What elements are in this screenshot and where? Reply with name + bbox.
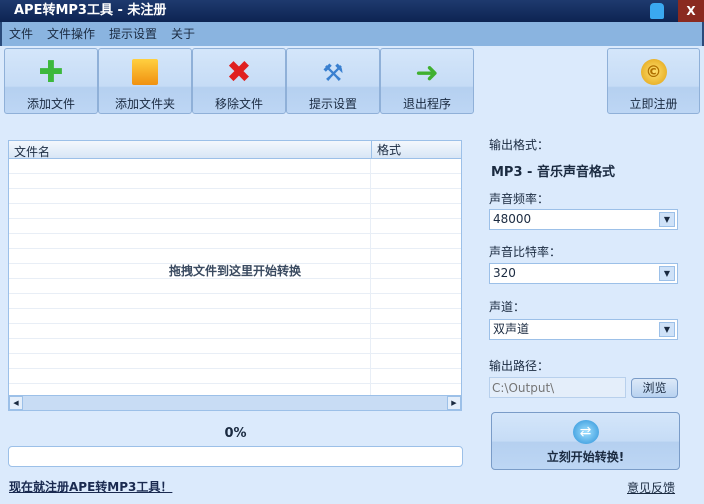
chevron-down-icon[interactable]: ▼: [659, 212, 675, 227]
add-folder-button[interactable]: 添加文件夹: [98, 48, 192, 114]
feedback-link[interactable]: 意见反馈: [627, 479, 675, 496]
table-row: [9, 159, 461, 174]
progress-bar: [8, 446, 463, 467]
register-button[interactable]: © 立即注册: [607, 48, 700, 114]
menu-settings[interactable]: 提示设置: [102, 22, 164, 46]
button-label: 提示设置: [308, 97, 357, 111]
bitrate-select[interactable]: 320 ▼: [489, 263, 678, 284]
table-row: [9, 354, 461, 369]
chevron-down-icon[interactable]: ▼: [659, 266, 675, 281]
frequency-label: 声音频率：: [489, 192, 550, 206]
menu-file-ops[interactable]: 文件操作: [40, 22, 102, 46]
table-row: [9, 324, 461, 339]
coin-icon: ©: [640, 59, 667, 85]
table-row: [9, 309, 461, 324]
channel-value: 双声道: [493, 322, 530, 336]
button-label: 移除文件: [214, 97, 263, 111]
close-button[interactable]: X: [678, 0, 704, 22]
x-icon: ✖: [226, 55, 252, 90]
button-label: 添加文件夹: [114, 97, 175, 111]
title-bar: APE转MP3工具 - 未注册: [0, 0, 704, 22]
arrow-right-icon: ➜: [415, 56, 439, 89]
settings-button[interactable]: ⚒ 提示设置: [286, 48, 380, 114]
button-label: 添加文件: [26, 97, 75, 111]
column-format[interactable]: 格式: [371, 141, 401, 159]
bitrate-value: 320: [493, 266, 516, 280]
drop-hint: 拖拽文件到这里开始转换: [168, 264, 301, 278]
button-label: 立刻开始转换!: [546, 450, 625, 464]
button-label: 立即注册: [629, 97, 678, 111]
progress-text: 0%: [224, 426, 247, 441]
scroll-right-icon[interactable]: ▶: [447, 396, 461, 410]
folder-icon: [132, 59, 158, 85]
table-row: [9, 369, 461, 384]
frequency-select[interactable]: 48000 ▼: [489, 209, 678, 230]
convert-icon: ⇄: [572, 420, 599, 444]
menu-about[interactable]: 关于: [164, 22, 202, 46]
table-row: [9, 174, 461, 189]
scroll-left-icon[interactable]: ◀: [9, 396, 23, 410]
table-row: [9, 189, 461, 204]
tools-icon: ⚒: [322, 59, 344, 87]
output-path-input[interactable]: [489, 377, 626, 398]
table-row: [9, 219, 461, 234]
format-value: MP3 - 音乐声音格式: [491, 165, 615, 180]
add-file-button[interactable]: ✚ 添加文件: [4, 48, 98, 114]
start-convert-button[interactable]: ⇄ 立刻开始转换!: [491, 412, 680, 470]
list-header: 文件名 格式: [9, 141, 461, 159]
table-row: [9, 339, 461, 354]
browse-button[interactable]: 浏览: [631, 378, 678, 398]
channel-label: 声道：: [489, 300, 526, 314]
window-title: APE转MP3工具 - 未注册: [14, 3, 167, 18]
remove-file-button[interactable]: ✖ 移除文件: [192, 48, 286, 114]
menu-file[interactable]: 文件: [2, 22, 40, 46]
table-row: [9, 234, 461, 249]
button-label: 退出程序: [402, 97, 451, 111]
horizontal-scrollbar[interactable]: ◀ ▶: [9, 395, 461, 410]
table-row: [9, 294, 461, 309]
table-row: [9, 204, 461, 219]
file-list[interactable]: 文件名 格式 拖拽文件到这里开始转换: [8, 140, 462, 411]
exit-button[interactable]: ➜ 退出程序: [380, 48, 474, 114]
skin-icon[interactable]: [650, 3, 664, 19]
plus-icon: ✚: [38, 55, 64, 90]
bitrate-label: 声音比特率：: [489, 245, 562, 259]
register-link[interactable]: 现在就注册APE转MP3工具！: [9, 478, 172, 495]
format-label: 输出格式：: [489, 138, 550, 152]
menu-bar: 文件 文件操作 提示设置 关于: [0, 22, 704, 46]
channel-select[interactable]: 双声道 ▼: [489, 319, 678, 340]
frequency-value: 48000: [493, 212, 532, 226]
path-label: 输出路径：: [489, 359, 550, 373]
table-row: [9, 279, 461, 294]
column-filename[interactable]: 文件名: [14, 143, 50, 160]
chevron-down-icon[interactable]: ▼: [659, 322, 675, 337]
